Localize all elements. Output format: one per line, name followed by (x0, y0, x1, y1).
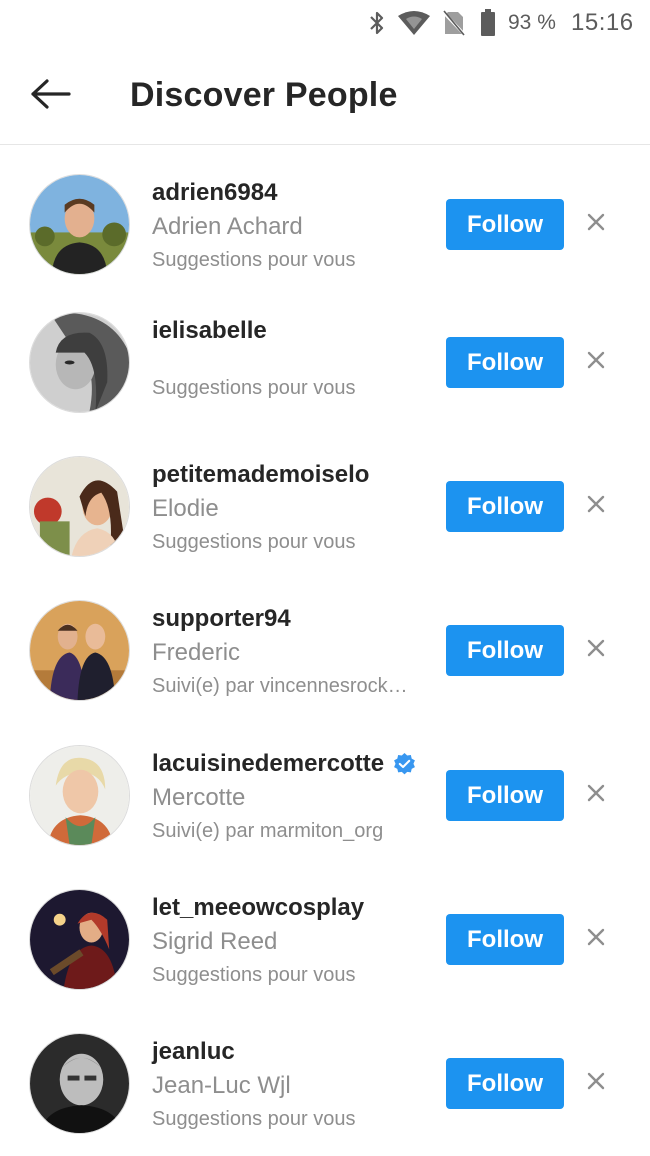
suggestion-reason: Suggestions pour vous (152, 531, 356, 553)
close-icon (587, 639, 605, 662)
list-item: jeanluc Jean-Luc Wjl Suggestions pour vo… (0, 1005, 650, 1149)
close-icon (587, 928, 605, 951)
no-sim-icon (443, 0, 465, 46)
avatar[interactable] (29, 312, 130, 413)
avatar[interactable] (29, 1033, 130, 1134)
dismiss-button[interactable] (580, 634, 612, 666)
dismiss-button[interactable] (580, 346, 612, 378)
username[interactable]: jeanluc (152, 1035, 432, 1069)
status-bar: 93 % 15:16 (0, 0, 650, 46)
list-item: ielisabelle Suggestions pour vous Follow (0, 284, 650, 428)
clock: 15:16 (571, 9, 634, 36)
suggestion-reason: Suggestions pour vous (152, 1108, 356, 1130)
close-icon (587, 213, 605, 236)
close-icon (587, 1072, 605, 1095)
avatar[interactable] (29, 174, 130, 275)
full-name: Elodie (152, 495, 219, 522)
list-item: adrien6984 Adrien Achard Suggestions pou… (0, 146, 650, 290)
list-item: let_meeowcosplay Sigrid Reed Suggestions… (0, 861, 650, 1005)
avatar[interactable] (29, 745, 130, 846)
battery-percent: 93 % (508, 11, 556, 34)
list-item: supporter94 Frederic Suivi(e) par vincen… (0, 572, 650, 716)
dismiss-button[interactable] (580, 779, 612, 811)
avatar[interactable] (29, 456, 130, 557)
dismiss-button[interactable] (580, 1067, 612, 1099)
close-icon (587, 351, 605, 374)
dismiss-button[interactable] (580, 923, 612, 955)
close-icon (587, 495, 605, 518)
dismiss-button[interactable] (580, 208, 612, 240)
close-icon (587, 784, 605, 807)
suggestion-reason: Suivi(e) par marmiton_org (152, 820, 384, 842)
username[interactable]: lacuisinedemercotte (152, 747, 432, 781)
username[interactable]: supporter94 (152, 602, 432, 636)
username[interactable]: let_meeowcosplay (152, 891, 432, 925)
avatar[interactable] (29, 889, 130, 990)
suggestion-reason: Suggestions pour vous (152, 249, 356, 271)
list-item: lacuisinedemercotte Mercotte Suivi(e) pa… (0, 717, 650, 861)
username[interactable]: petitemademoiselo (152, 458, 432, 492)
username[interactable]: ielisabelle (152, 314, 432, 348)
username[interactable]: adrien6984 (152, 176, 432, 210)
app-header: Discover People (0, 46, 650, 145)
follow-button[interactable]: Follow (446, 625, 564, 676)
follow-button[interactable]: Follow (446, 914, 564, 965)
dismiss-button[interactable] (580, 490, 612, 522)
avatar[interactable] (29, 600, 130, 701)
list-item: petitemademoiselo Elodie Suggestions pou… (0, 428, 650, 572)
page-title: Discover People (130, 76, 398, 114)
full-name: Mercotte (152, 784, 246, 811)
suggestion-reason: Suggestions pour vous (152, 377, 356, 399)
full-name: Jean-Luc Wjl (152, 1072, 291, 1099)
full-name: Adrien Achard (152, 213, 303, 240)
follow-button[interactable]: Follow (446, 770, 564, 821)
bluetooth-icon (366, 0, 388, 46)
suggestion-reason: Suggestions pour vous (152, 964, 356, 986)
follow-button[interactable]: Follow (446, 1058, 564, 1109)
battery-icon (480, 0, 496, 46)
follow-button[interactable]: Follow (446, 337, 564, 388)
full-name: Sigrid Reed (152, 928, 278, 955)
verified-badge-icon (392, 752, 417, 777)
full-name: Frederic (152, 639, 241, 666)
follow-button[interactable]: Follow (446, 199, 564, 250)
arrow-left-icon (29, 78, 71, 115)
follow-button[interactable]: Follow (446, 481, 564, 532)
suggestion-reason: Suivi(e) par vincennesrock… (152, 675, 408, 697)
back-button[interactable] (22, 68, 78, 124)
wifi-icon (397, 0, 431, 46)
